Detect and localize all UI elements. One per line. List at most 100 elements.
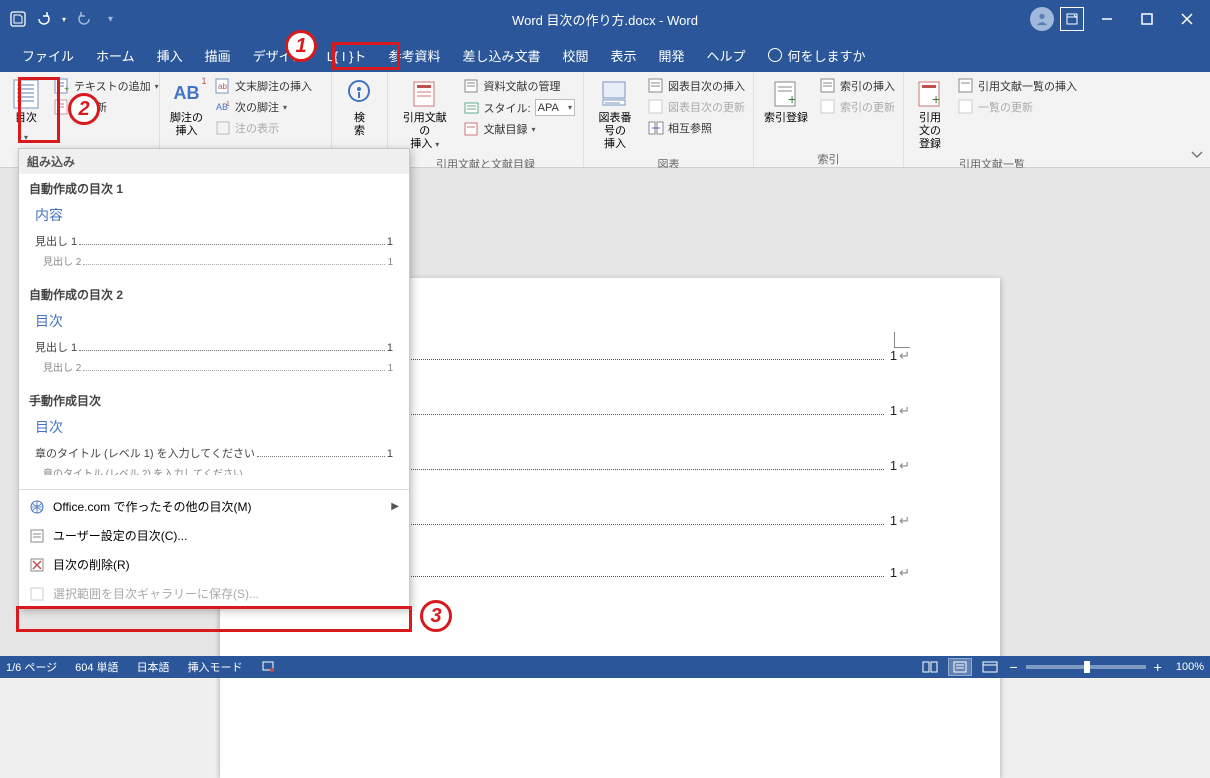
toc-gallery-auto1[interactable]: 自動作成の目次 1 内容 見出し 11 見出し 21 — [19, 174, 409, 280]
maximize-button[interactable] — [1130, 5, 1164, 33]
cross-reference-button[interactable]: 相互参照 — [646, 118, 747, 138]
style-value: APA — [538, 102, 559, 114]
collapse-ribbon-icon[interactable] — [1190, 147, 1204, 161]
tab-view[interactable]: 表示 — [600, 40, 646, 71]
autosave-icon[interactable] — [10, 11, 26, 27]
tab-layout[interactable]: L{ I }ト — [317, 40, 377, 71]
remove-toc[interactable]: 目次の削除(R) — [19, 550, 409, 579]
custom-toc-icon — [29, 528, 45, 544]
redo-icon[interactable] — [76, 11, 92, 27]
insert-index-label: 索引の挿入 — [840, 78, 895, 94]
bibliography-icon — [464, 121, 480, 137]
tell-me-search[interactable]: 何をしますか — [768, 46, 866, 65]
insert-endnote-label: 文末脚注の挿入 — [235, 78, 312, 94]
account-avatar[interactable] — [1030, 7, 1054, 31]
more-toc-office[interactable]: Office.com で作ったその他の目次(M) ▶ — [19, 492, 409, 521]
cross-ref-label: 相互参照 — [668, 120, 712, 136]
tab-developer[interactable]: 開発 — [649, 40, 695, 71]
status-language[interactable]: 日本語 — [137, 659, 170, 675]
show-notes-button[interactable]: 注の表示 — [213, 118, 314, 138]
tab-home[interactable]: ホーム — [86, 40, 145, 71]
zoom-slider[interactable] — [1026, 665, 1146, 669]
tab-insert[interactable]: 挿入 — [147, 40, 193, 71]
insert-tof-label: 図表目次の挿入 — [668, 78, 745, 94]
minimize-button[interactable] — [1090, 5, 1124, 33]
web-layout-view-button[interactable] — [979, 659, 1001, 675]
manage-sources-label: 資料文献の管理 — [484, 78, 561, 94]
svg-text:ab: ab — [218, 82, 227, 91]
custom-toc[interactable]: ユーザー設定の目次(C)... — [19, 521, 409, 550]
mark-citation-button[interactable]: + 引用文の 登録 — [910, 76, 950, 154]
read-mode-view-button[interactable] — [919, 659, 941, 675]
insert-footnote-button[interactable]: AB 1 脚注の 挿入 — [166, 76, 207, 149]
insert-footnote-label-2: 挿入 — [176, 125, 198, 138]
qat-dropdown-icon[interactable]: ▾ — [62, 15, 66, 24]
preview-row-page: 1 — [387, 257, 393, 268]
smart-lookup-button[interactable]: 検 索 — [340, 76, 380, 149]
insert-tof-button[interactable]: 図表目次の挿入 — [646, 76, 747, 96]
mark-citation-label-1: 引用文の — [914, 112, 946, 138]
toc-gallery-auto2[interactable]: 自動作成の目次 2 目次 見出し 11 見出し 21 — [19, 280, 409, 386]
mark-entry-label: 索引登録 — [764, 112, 808, 125]
update-toa-icon — [958, 99, 974, 115]
print-layout-view-button[interactable] — [949, 659, 971, 675]
line-break-mark: ↵ — [899, 348, 910, 364]
toa-icon — [958, 78, 974, 94]
status-word-count[interactable]: 604 単語 — [75, 659, 118, 675]
save-gallery-icon — [29, 586, 45, 602]
show-notes-icon — [215, 120, 231, 136]
insert-caption-label-2: 挿入 — [604, 138, 626, 151]
tab-references[interactable]: 参考資料 — [378, 40, 450, 71]
search-label-2: 索 — [354, 125, 365, 138]
zoom-level[interactable]: 100% — [1176, 661, 1204, 673]
citation-style-select[interactable]: スタイル: APA ▾ — [462, 97, 577, 118]
tab-file[interactable]: ファイル — [12, 40, 84, 71]
toc-gallery-manual[interactable]: 手動作成目次 目次 章のタイトル (レベル 1) を入力してください1 章のタイ… — [19, 386, 409, 487]
status-page[interactable]: 1/6 ページ — [6, 659, 57, 675]
tab-design[interactable]: デザイン — [243, 40, 315, 71]
toc-button-label: 目次 — [15, 112, 37, 125]
custom-toc-label: ユーザー設定の目次(C)... — [53, 527, 187, 544]
mark-index-entry-button[interactable]: + 索引登録 — [760, 76, 812, 149]
update-toa-button: 一覧の更新 — [956, 97, 1079, 117]
next-footnote-button[interactable]: AB1次の脚注▾ — [213, 97, 314, 117]
undo-icon[interactable] — [36, 11, 52, 27]
preview-row-label: 見出し 2 — [43, 359, 81, 374]
ribbon-display-options-icon[interactable] — [1060, 7, 1084, 31]
title-bar: ▾ ▾ Word 目次の作り方.docx - Word — [0, 0, 1210, 38]
group-label-index: 索引 — [760, 149, 897, 167]
remove-toc-label: 目次の削除(R) — [53, 556, 130, 573]
status-insert-mode[interactable]: 挿入モード — [188, 659, 243, 675]
line-break-mark: ↵ — [899, 565, 910, 581]
update-tof-icon — [648, 99, 664, 115]
preview-row-label: 章のタイトル (レベル 1) を入力してください — [35, 445, 255, 461]
insert-index-button[interactable]: 索引の挿入 — [818, 76, 897, 96]
insert-toa-button[interactable]: 引用文献一覧の挿入 — [956, 76, 1079, 96]
bibliography-button[interactable]: 文献目録▾ — [462, 119, 577, 139]
tab-draw[interactable]: 描画 — [195, 40, 241, 71]
gallery-item-title: 手動作成目次 — [29, 392, 399, 409]
search-label-1: 検 — [354, 112, 365, 125]
close-button[interactable] — [1170, 5, 1204, 33]
insert-citation-button[interactable]: 引用文献の 挿入 ▾ — [394, 76, 456, 154]
update-toc-button[interactable]: の更新 — [52, 97, 161, 117]
zoom-in-button[interactable]: + — [1154, 659, 1162, 675]
add-text-button[interactable]: + テキストの追加 ▾ — [52, 76, 161, 96]
doc-line-page: 1 — [890, 565, 897, 580]
preview-row-label: 見出し 1 — [35, 233, 77, 249]
insert-endnote-button[interactable]: ab 文末脚注の挿入 — [213, 76, 314, 96]
manage-sources-button[interactable]: 資料文献の管理 — [462, 76, 577, 96]
macro-record-icon[interactable] — [261, 659, 275, 675]
toc-button[interactable]: 目次 ▾ — [6, 76, 46, 149]
zoom-out-button[interactable]: − — [1009, 659, 1017, 675]
preview-heading: 目次 — [35, 311, 393, 331]
tab-help[interactable]: ヘルプ — [697, 40, 756, 71]
tab-review[interactable]: 校閲 — [552, 40, 598, 71]
tab-mailings[interactable]: 差し込み文書 — [452, 40, 550, 71]
qat-customize-icon[interactable]: ▾ — [108, 14, 113, 25]
preview-row-page: 1 — [387, 342, 393, 354]
insert-caption-button[interactable]: 図表番号の 挿入 — [590, 76, 640, 154]
more-toc-label: Office.com で作ったその他の目次(M) — [53, 498, 251, 515]
save-to-gallery: 選択範囲を目次ギャラリーに保存(S)... — [19, 579, 409, 608]
toc-dropdown-menu: 組み込み 自動作成の目次 1 内容 見出し 11 見出し 21 自動作成の目次 … — [18, 148, 410, 609]
